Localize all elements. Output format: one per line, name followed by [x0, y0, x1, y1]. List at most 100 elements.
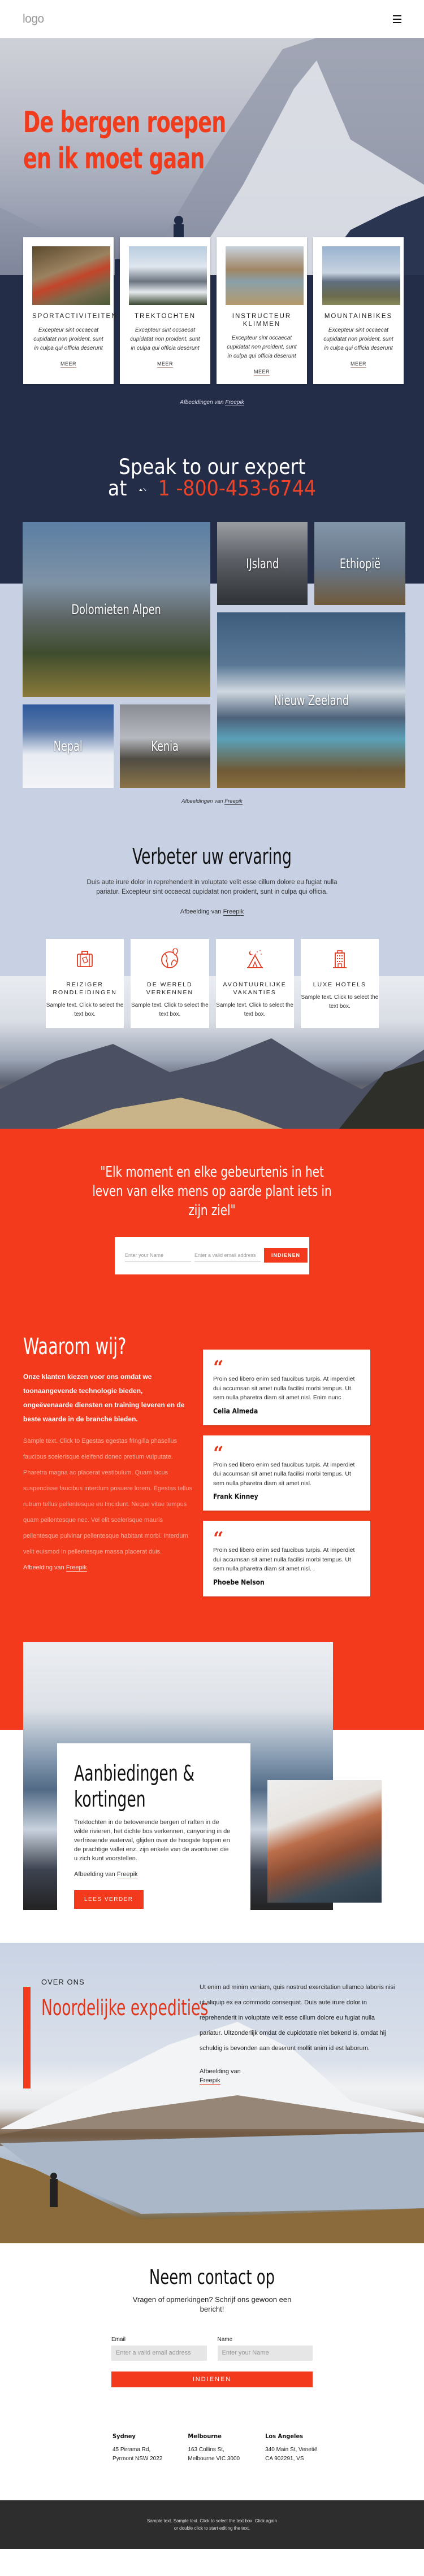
expeditions-title: Noordelijke expedities	[41, 1995, 209, 2020]
freepik-link[interactable]: Freepik	[225, 399, 244, 406]
destination-name: Kenia	[151, 738, 179, 754]
feature-card: SPORTACTIVITEITEN Excepteur sint occaeca…	[23, 237, 116, 384]
quote-text: "Elk moment en elke gebeurtenis in het l…	[92, 1164, 332, 1219]
tent-moon-icon	[246, 950, 263, 968]
section-title: Waarom wij?	[23, 1334, 127, 1360]
contact-form: Email Name INDIENEN	[111, 2336, 313, 2387]
newsletter-form: INDIENEN	[115, 1237, 309, 1274]
service-card-title: LUXE HOTELS	[313, 981, 367, 988]
hamburger-menu-icon[interactable]	[393, 15, 401, 23]
freepik-link[interactable]: Freepik	[116, 1870, 138, 1878]
office-addresses: Sydney 45 Pirrama Rd, Pyrmont NSW 2022 Me…	[0, 2404, 424, 2500]
freepik-link[interactable]: Freepik	[200, 2077, 220, 2085]
why-us-body: Sample text. Click to Egestas egestas fr…	[23, 1438, 192, 1555]
image-credit: Afbeeldingen van Freepik	[181, 798, 243, 805]
office-address: Melbourne 163 Collins St, Melbourne VIC 3…	[188, 2433, 240, 2500]
office-address: Sydney 45 Pirrama Rd, Pyrmont NSW 2022	[113, 2433, 162, 2500]
service-card: REIZIGER RONDLEIDINGEN Sample text. Clic…	[46, 939, 124, 1028]
feature-card: TREKTOCHTEN Excepteur sint occaecat cupi…	[120, 237, 210, 384]
service-card-title: AVONTUURLIJKE VAKANTIES	[223, 981, 287, 996]
contact-subtitle: Vragen of opmerkingen? Schrijf ons gewoo…	[132, 2295, 292, 2313]
testimonial-author: Phoebe Nelson	[213, 1578, 265, 1586]
service-card-list: REIZIGER RONDLEIDINGEN Sample text. Clic…	[23, 915, 401, 1028]
hero-title: De bergen roepen en ik moet gaan	[23, 106, 226, 176]
feature-card-title: INSTRUCTEUR KLIMMEN	[232, 313, 292, 328]
feature-card-text: Excepteur sint occaecat cupidatat non pr…	[33, 327, 103, 351]
testimonial-text: Proin sed libero enim sed faucibus turpi…	[213, 1376, 355, 1401]
email-field[interactable]	[111, 2345, 207, 2361]
freepik-link[interactable]: Freepik	[66, 1564, 87, 1572]
destinations-grid: Dolomieten Alpen IJsland Ethiopië Nieuw …	[23, 522, 406, 789]
quote-mark-icon: “	[213, 1442, 224, 1464]
office-street: 45 Pirrama Rd, Pyrmont NSW 2022	[113, 2446, 163, 2462]
service-card-text: Sample text. Click to select the text bo…	[131, 1002, 209, 1017]
expeditions-text: Ut enim ad minim veniam, quis nostrud ex…	[200, 1983, 395, 2052]
feature-card: MOUNTAINBIKES Excepteur sint occaecat cu…	[313, 237, 404, 384]
phone-signal-icon	[139, 488, 146, 491]
snowy-mountain-photo	[129, 246, 207, 305]
service-card-title: DE WERELD VERKENNEN	[146, 981, 194, 996]
testimonial-author: Celia Almeda	[213, 1407, 258, 1415]
testimonial-author: Frank Kinney	[213, 1492, 258, 1500]
more-link[interactable]: MEER	[253, 369, 270, 376]
destination-tile[interactable]: Dolomieten Alpen	[23, 522, 210, 697]
more-link[interactable]: MEER	[60, 361, 76, 368]
image-credit: Afbeelding van Freepik	[200, 2068, 241, 2085]
destination-name: IJsland	[246, 555, 279, 572]
image-credit: Afbeelding van Freepik	[23, 1564, 87, 1572]
service-card: LUXE HOTELS Sample text. Click to select…	[300, 939, 379, 1028]
more-link[interactable]: MEER	[157, 361, 173, 368]
quote-mark-icon: “	[213, 1356, 224, 1378]
office-city: Sydney	[113, 2432, 136, 2440]
feature-card-text: Excepteur sint occaecat cupidatat non pr…	[227, 335, 297, 359]
office-street: 340 Main St, Venetië CA 902291, VS	[265, 2446, 318, 2462]
destination-tile[interactable]: Nieuw Zeeland	[217, 612, 405, 788]
service-card-text: Sample text. Click to select the text bo…	[46, 1002, 124, 1017]
feature-card-text: Excepteur sint occaecat cupidatat non pr…	[130, 327, 200, 351]
footer-text: Sample text. Sample text. Click to selec…	[147, 2518, 277, 2531]
testimonial-text: Proin sed libero enim sed faucibus turpi…	[213, 1547, 355, 1572]
accent-bar	[23, 1986, 31, 2088]
feature-card-title: MOUNTAINBIKES	[324, 313, 393, 320]
office-city: Los Angeles	[265, 2432, 304, 2440]
feature-card-list: SPORTACTIVITEITEN Excepteur sint occaeca…	[0, 237, 424, 384]
more-link[interactable]: MEER	[350, 361, 366, 368]
hotel-building-icon	[332, 950, 347, 968]
service-card: DE WERELD VERKENNEN Sample text. Click t…	[131, 939, 209, 1028]
offers-card: Aanbiedingen & kortingen Trektochten in …	[57, 1743, 250, 1926]
service-card-text: Sample text. Click to select the text bo…	[216, 1002, 293, 1017]
testimonial-card: “ Proin sed libero enim sed faucibus tur…	[203, 1521, 370, 1596]
read-more-button[interactable]: LEES VERDER	[74, 1890, 144, 1909]
email-input[interactable]	[194, 1249, 261, 1261]
service-card: AVONTUURLIJKE VAKANTIES Sample text. Cli…	[215, 939, 294, 1028]
destination-tile[interactable]: Nepal	[23, 704, 114, 788]
expeditions-section: OVER ONS Noordelijke expedities Ut enim …	[0, 1942, 424, 2243]
offers-section: Aanbiedingen & kortingen Trektochten in …	[0, 1630, 424, 1926]
contact-submit-button[interactable]: INDIENEN	[111, 2371, 313, 2387]
features-section: SPORTACTIVITEITEN Excepteur sint occaeca…	[0, 237, 424, 440]
quote-section: "Elk moment en elke gebeurtenis in het l…	[0, 1129, 424, 1300]
submit-button[interactable]: INDIENEN	[264, 1248, 308, 1263]
destination-tile[interactable]: Kenia	[120, 704, 210, 788]
red-peak-image	[267, 1779, 382, 1903]
freepik-link[interactable]: Freepik	[224, 798, 243, 805]
feature-card: INSTRUCTEUR KLIMMEN Excepteur sint occae…	[217, 237, 307, 384]
destination-name: Dolomieten Alpen	[71, 602, 162, 617]
image-credit: Afbeeldingen van Freepik	[180, 399, 244, 406]
name-input[interactable]	[125, 1249, 191, 1261]
testimonial-card: “ Proin sed libero enim sed faucibus tur…	[203, 1435, 370, 1511]
destination-tile[interactable]: Ethiopië	[314, 522, 405, 605]
name-label: Name	[217, 2336, 233, 2343]
eyebrow-label: OVER ONS	[41, 1977, 85, 1986]
name-field[interactable]	[217, 2345, 313, 2361]
service-card-text: Sample text. Click to select the text bo…	[301, 994, 379, 1009]
feature-card-text: Excepteur sint occaecat cupidatat non pr…	[323, 327, 393, 351]
phone-number-link[interactable]: 1 -800-453-6744	[158, 476, 317, 501]
destination-tile[interactable]: IJsland	[217, 522, 308, 605]
office-city: Melbourne	[188, 2432, 222, 2440]
testimonial-list: “ Proin sed libero enim sed faucibus tur…	[203, 1350, 370, 1596]
feature-card-title: TREKTOCHTEN	[134, 313, 196, 320]
logo[interactable]: logo	[23, 12, 44, 26]
offers-text: Trektochten in de betoverende bergen of …	[74, 1818, 231, 1862]
service-card-title: REIZIGER RONDLEIDINGEN	[53, 981, 117, 996]
